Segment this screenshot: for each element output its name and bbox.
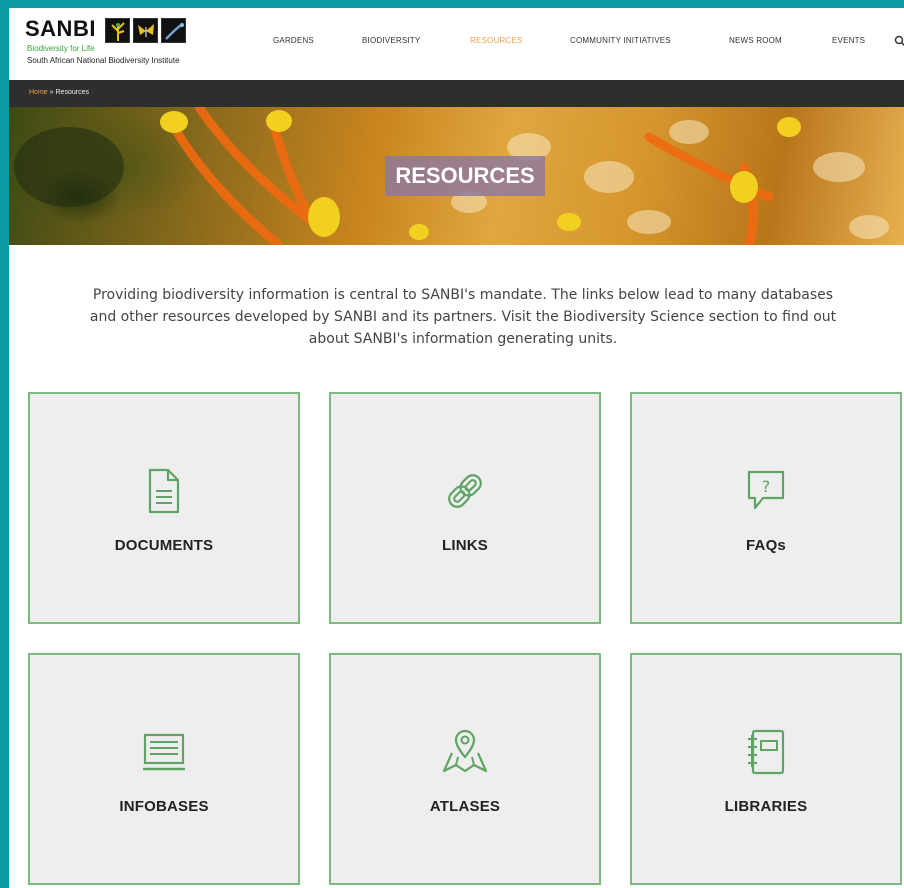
map-pin-icon — [442, 729, 488, 773]
link-icon — [448, 474, 482, 508]
nav-community-initiatives[interactable]: COMMUNITY INITIATIVES — [570, 36, 671, 45]
breadcrumb-separator: » — [49, 89, 54, 96]
faq-icon: ? — [747, 470, 785, 510]
hero-banner: RESOURCES — [9, 107, 904, 245]
notebook-icon — [748, 729, 785, 775]
breadcrumb-home-link[interactable]: Home — [29, 89, 48, 96]
page: SANBI Biodiversity for Life South Africa… — [9, 8, 904, 888]
card-infobases-label: INFOBASES — [119, 798, 209, 815]
site-header: SANBI Biodiversity for Life South Africa… — [9, 8, 904, 80]
nav-events[interactable]: EVENTS — [832, 36, 865, 45]
svg-text:?: ? — [762, 477, 771, 496]
card-libraries[interactable]: LIBRARIES — [630, 653, 902, 885]
breadcrumb: Home » Resources — [29, 89, 89, 96]
card-infobases[interactable]: INFOBASES — [28, 653, 300, 885]
card-libraries-label: LIBRARIES — [724, 798, 808, 815]
document-icon — [148, 468, 180, 514]
nav-resources[interactable]: RESOURCES — [470, 36, 522, 45]
search-icon[interactable] — [894, 35, 904, 47]
infobase-icon — [143, 733, 185, 771]
card-documents[interactable]: DOCUMENTS — [28, 392, 300, 624]
card-atlases[interactable]: ATLASES — [329, 653, 601, 885]
card-links[interactable]: LINKS — [329, 392, 601, 624]
card-links-label: LINKS — [442, 537, 488, 554]
card-documents-label: DOCUMENTS — [114, 537, 214, 554]
main-nav: GARDENS BIODIVERSITY RESOURCES COMMUNITY… — [9, 36, 904, 52]
nav-news-room[interactable]: NEWS ROOM — [729, 36, 782, 45]
card-atlases-label: ATLASES — [429, 798, 501, 815]
breadcrumb-bar: Home » Resources — [9, 80, 904, 107]
logo-subtitle: South African National Biodiversity Inst… — [27, 56, 180, 65]
breadcrumb-current: Resources — [55, 89, 89, 96]
card-faqs-label: FAQs — [746, 537, 786, 554]
nav-biodiversity[interactable]: BIODIVERSITY — [362, 36, 420, 45]
card-faqs[interactable]: ? FAQs — [630, 392, 902, 624]
hero-title: RESOURCES — [385, 156, 545, 196]
nav-gardens[interactable]: GARDENS — [273, 36, 314, 45]
intro-text: Providing biodiversity information is ce… — [89, 287, 837, 347]
